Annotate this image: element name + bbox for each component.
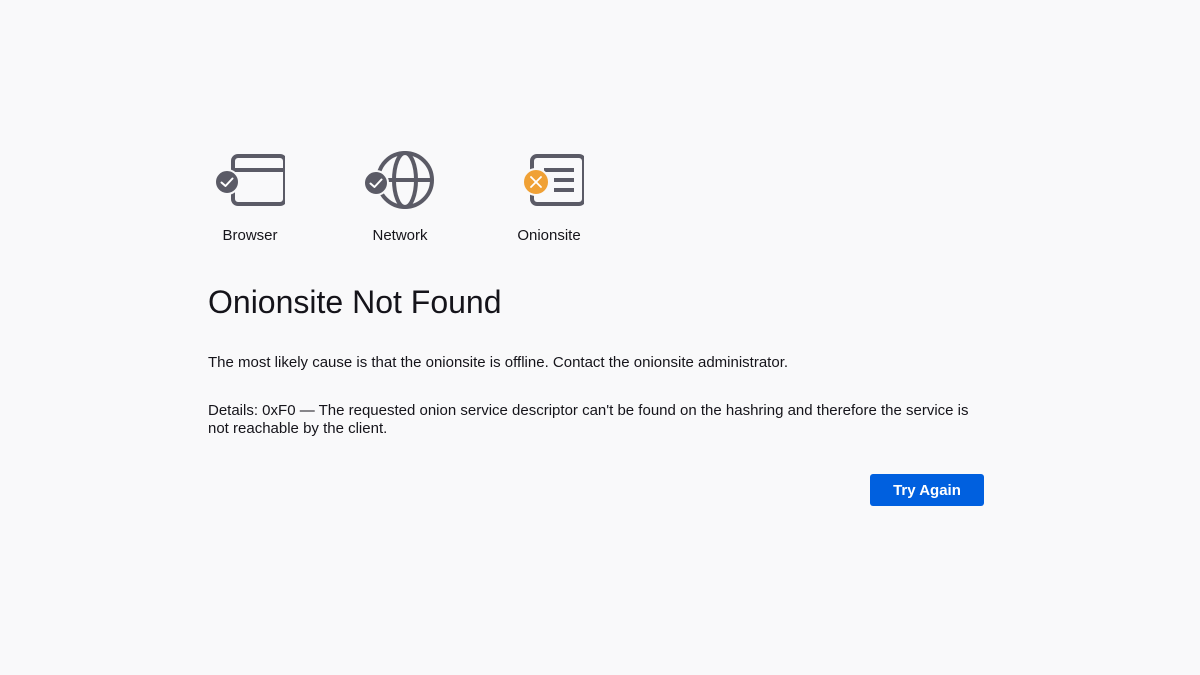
- x-icon: [522, 168, 550, 196]
- step-onionsite: Onionsite: [489, 148, 609, 244]
- step-label-browser: Browser: [222, 227, 278, 244]
- step-network: Network: [340, 148, 460, 244]
- globe-icon: [363, 148, 435, 212]
- browser-window-icon: [214, 148, 285, 212]
- step-label-onionsite: Onionsite: [517, 227, 581, 244]
- page-title: Onionsite Not Found: [208, 284, 502, 320]
- error-page: Browser Network Onionsite Onionsite Not …: [0, 0, 1200, 675]
- try-again-button[interactable]: Try Again: [870, 474, 984, 506]
- check-icon: [214, 169, 240, 195]
- step-label-network: Network: [372, 227, 428, 244]
- document-list-icon: [514, 148, 584, 212]
- check-icon: [363, 170, 389, 196]
- error-description: The most likely cause is that the onions…: [208, 354, 789, 371]
- error-details: Details: 0xF0 — The requested onion serv…: [208, 402, 969, 437]
- step-browser: Browser: [190, 148, 310, 244]
